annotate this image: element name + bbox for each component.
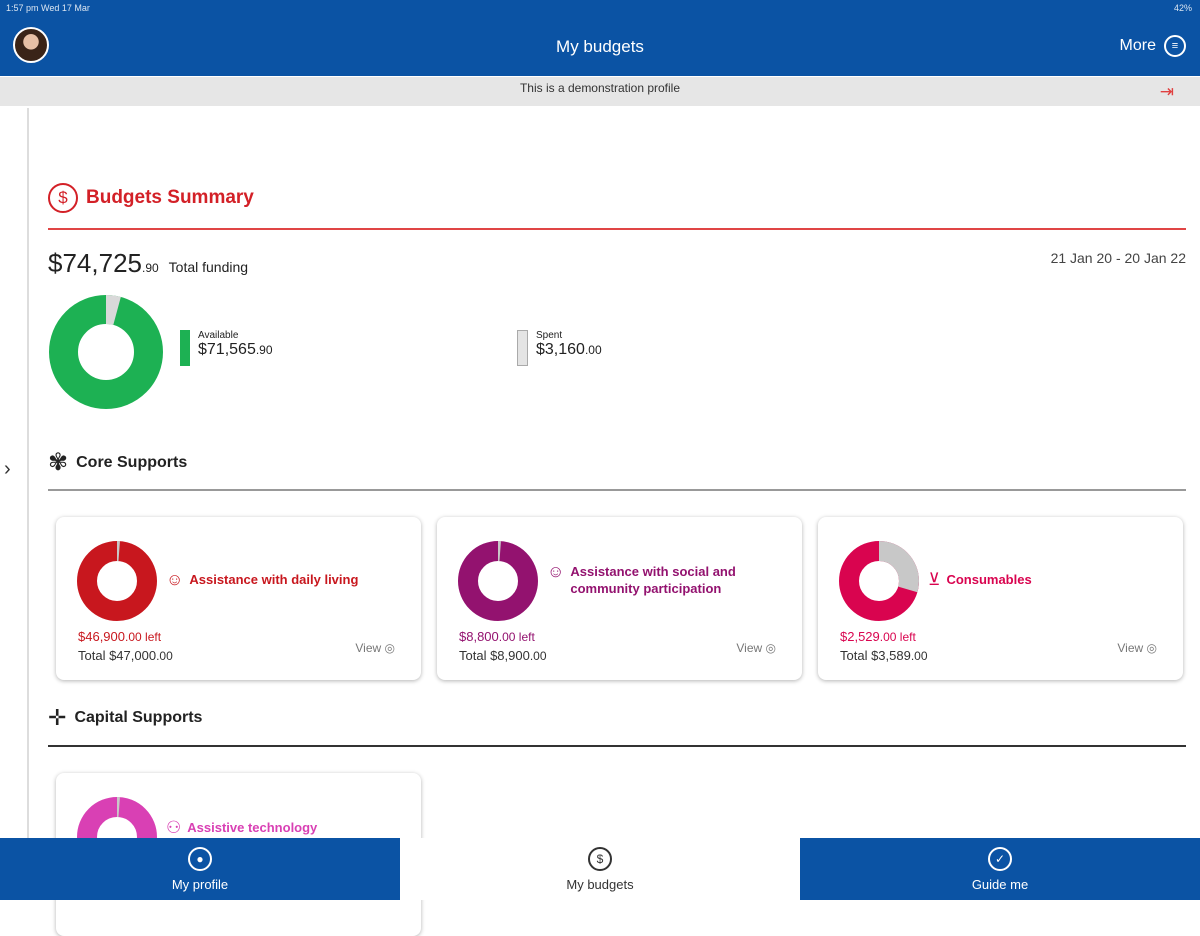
view-button[interactable]: View ◎ bbox=[736, 641, 776, 655]
divider bbox=[48, 745, 1186, 747]
demo-banner: This is a demonstration profile ⇥ bbox=[0, 77, 1200, 106]
card-donut-chart bbox=[458, 541, 538, 621]
spent-swatch bbox=[517, 330, 528, 366]
dollar-icon: $ bbox=[588, 847, 612, 871]
amount-left: $46,900.00 left bbox=[78, 629, 162, 644]
nav-my-budgets[interactable]: $ My budgets bbox=[400, 838, 800, 900]
summary-title: Budgets Summary bbox=[86, 187, 254, 208]
status-time: 1:57 pm Wed 17 Mar bbox=[6, 3, 90, 13]
eye-icon: ◎ bbox=[384, 641, 395, 655]
spent-label: Spent bbox=[536, 330, 563, 341]
nav-my-profile[interactable]: ● My profile bbox=[0, 838, 400, 900]
card-title: ⊻ Consumables bbox=[928, 570, 1032, 589]
amount-total: Total $3,589.00 bbox=[840, 648, 928, 663]
total-funding: $74,725.90 Total funding bbox=[48, 248, 248, 279]
budget-card[interactable]: ☺ Assistance with daily living $46,900.00… bbox=[56, 517, 421, 680]
card-donut-chart bbox=[839, 541, 919, 621]
summary-donut-chart bbox=[49, 295, 163, 409]
menu-icon: ≡ bbox=[1164, 35, 1186, 57]
status-battery: 42% bbox=[1173, 3, 1192, 13]
card-title: ⚇ Assistive technology bbox=[166, 818, 318, 837]
available-swatch bbox=[180, 330, 190, 366]
date-range: 21 Jan 20 - 20 Jan 22 bbox=[1050, 250, 1186, 266]
card-title: ☺ Assistance with daily living bbox=[166, 570, 359, 589]
profile-icon: ● bbox=[188, 847, 212, 871]
people-icon: ☺ bbox=[547, 562, 565, 581]
summary-heading: $ Budgets Summary bbox=[48, 183, 254, 213]
more-label: More bbox=[1119, 37, 1156, 54]
budget-card[interactable]: ⊻ Consumables $2,529.00 left Total $3,589… bbox=[818, 517, 1183, 680]
legend-spent: Spent $3,160.00 bbox=[517, 330, 602, 366]
core-supports-heading: ✾ Core Supports bbox=[48, 448, 187, 477]
amount-left: $8,800.00 left bbox=[459, 629, 535, 644]
total-cents: .90 bbox=[141, 261, 159, 275]
available-cents: .90 bbox=[255, 343, 273, 357]
legend-available: Available $71,565.90 bbox=[180, 330, 273, 366]
budget-card[interactable]: ☺ Assistance with social and community pa… bbox=[437, 517, 802, 680]
eye-icon: ◎ bbox=[765, 641, 776, 655]
capital-supports-heading: ✛ Capital Supports bbox=[48, 705, 202, 731]
demo-banner-text: This is a demonstration profile bbox=[519, 81, 681, 95]
basket-icon: ⊻ bbox=[928, 570, 941, 589]
available-label: Available bbox=[198, 330, 239, 341]
amount-total: Total $8,900.00 bbox=[459, 648, 547, 663]
amount-total: Total $47,000.00 bbox=[78, 648, 173, 663]
available-amount: $71,565 bbox=[198, 341, 256, 358]
divider bbox=[48, 489, 1186, 491]
core-supports-title: Core Supports bbox=[76, 453, 188, 471]
more-button[interactable]: More ≡ bbox=[1120, 35, 1186, 57]
divider bbox=[48, 228, 1186, 230]
sidebar-divider bbox=[27, 108, 29, 838]
nav-guide-me[interactable]: ✓ Guide me bbox=[800, 838, 1200, 900]
amount-left: $2,529.00 left bbox=[840, 629, 916, 644]
view-button[interactable]: View ◎ bbox=[355, 641, 395, 655]
plus-icon: ✛ bbox=[48, 705, 67, 730]
view-button[interactable]: View ◎ bbox=[1117, 641, 1157, 655]
hands-icon: ☺ bbox=[166, 570, 184, 589]
eye-icon: ◎ bbox=[1146, 641, 1157, 655]
logout-icon[interactable]: ⇥ bbox=[1160, 81, 1174, 103]
dollar-icon: $ bbox=[48, 183, 78, 213]
capital-supports-title: Capital Supports bbox=[74, 709, 203, 726]
guide-icon: ✓ bbox=[988, 847, 1012, 871]
expand-sidebar-chevron-icon[interactable]: › bbox=[4, 458, 11, 481]
page-title: My budgets bbox=[556, 37, 644, 56]
spent-cents: .00 bbox=[584, 343, 602, 357]
app-header: 1:57 pm Wed 17 Mar 42% My budgets More ≡ bbox=[0, 0, 1200, 76]
total-label: Total funding bbox=[168, 259, 249, 275]
apple-icon: ✾ bbox=[48, 449, 69, 476]
card-title: ☺ Assistance with social and community pa… bbox=[547, 562, 736, 596]
card-donut-chart bbox=[77, 541, 157, 621]
spent-amount: $3,160 bbox=[536, 341, 585, 358]
person-icon: ⚇ bbox=[166, 818, 182, 837]
total-amount: $74,725 bbox=[48, 248, 142, 278]
